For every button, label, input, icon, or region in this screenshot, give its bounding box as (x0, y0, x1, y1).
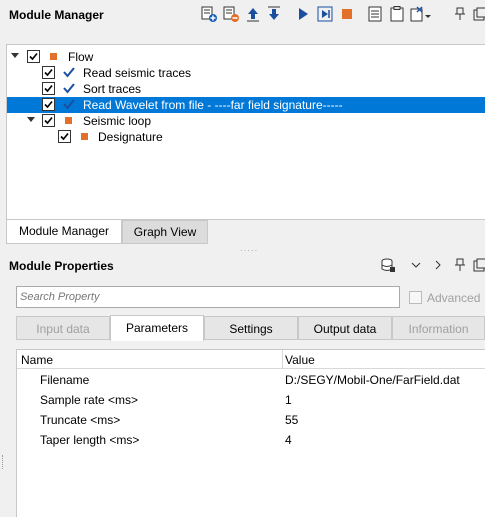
tree-item-sort-traces[interactable]: Sort traces (7, 81, 485, 97)
checkbox[interactable] (42, 98, 55, 111)
property-name: Sample rate <ms> (40, 393, 139, 407)
advanced-checkbox[interactable] (409, 291, 422, 304)
remove-module-icon[interactable] (222, 5, 240, 23)
property-value[interactable]: 55 (285, 413, 298, 427)
column-divider[interactable] (282, 350, 283, 368)
tree-item-label: Read Wavelet from file - ----far field s… (83, 98, 343, 112)
module-square-icon (65, 117, 72, 124)
tab-settings[interactable]: Settings (204, 316, 298, 340)
tab-graph-view[interactable]: Graph View (122, 220, 208, 244)
checkbox[interactable] (42, 114, 55, 127)
pin-icon[interactable] (451, 256, 469, 274)
chevron-down-icon[interactable] (407, 256, 425, 274)
checkbox[interactable] (42, 66, 55, 79)
list-icon[interactable] (366, 5, 384, 23)
pin-icon[interactable] (451, 5, 469, 23)
advanced-label: Advanced (427, 291, 481, 305)
property-name: Taper length <ms> (40, 433, 140, 447)
module-tree: Flow Read seismic traces Sort traces Rea… (6, 44, 485, 220)
side-splitter-handle[interactable] (2, 455, 5, 469)
database-icon[interactable] (379, 256, 397, 274)
run-icon[interactable] (294, 5, 312, 23)
table-row[interactable]: Truncate <ms> 55 (17, 410, 485, 430)
stop-icon[interactable] (338, 5, 356, 23)
tab-output-data[interactable]: Output data (298, 316, 392, 340)
property-name: Truncate <ms> (40, 413, 121, 427)
checkbox[interactable] (42, 82, 55, 95)
move-up-icon[interactable] (244, 5, 262, 23)
module-properties-title: Module Properties (9, 259, 114, 273)
search-property-input[interactable]: Search Property (16, 286, 400, 308)
column-header-value[interactable]: Value (285, 353, 315, 367)
module-manager-title: Module Manager (9, 8, 104, 22)
module-square-icon (50, 53, 57, 60)
checkbox[interactable] (58, 130, 71, 143)
tree-item-designature[interactable]: Designature (7, 129, 485, 145)
checkbox[interactable] (27, 50, 40, 63)
tree-item-flow[interactable]: Flow (7, 49, 485, 65)
float-window-icon[interactable] (471, 5, 485, 23)
tab-module-manager[interactable]: Module Manager (6, 220, 122, 244)
property-value[interactable]: 4 (285, 433, 292, 447)
tree-item-seismic-loop[interactable]: Seismic loop (7, 113, 485, 129)
property-value[interactable]: 1 (285, 393, 292, 407)
expand-arrow-icon[interactable] (10, 51, 20, 61)
property-grid: Name Value Filename D:/SEGY/Mobil-One/Fa… (16, 349, 485, 517)
table-row[interactable]: Sample rate <ms> 1 (17, 390, 485, 410)
expand-arrow-icon[interactable] (26, 115, 36, 125)
table-row[interactable]: Filename D:/SEGY/Mobil-One/FarField.dat (17, 370, 485, 390)
property-value[interactable]: D:/SEGY/Mobil-One/FarField.dat (285, 373, 460, 387)
tree-item-label: Designature (98, 130, 163, 144)
move-down-icon[interactable] (265, 5, 283, 23)
tree-item-label: Sort traces (83, 82, 142, 96)
search-placeholder: Search Property (20, 291, 100, 303)
clear-menu-icon[interactable] (408, 5, 432, 23)
clipboard-icon[interactable] (388, 5, 406, 23)
tree-item-label: Read seismic traces (83, 66, 192, 80)
column-header-name[interactable]: Name (21, 353, 53, 367)
tree-item-label: Flow (68, 50, 94, 64)
tab-input-data[interactable]: Input data (16, 316, 110, 340)
tree-item-read-seismic-traces[interactable]: Read seismic traces (7, 65, 485, 81)
tab-information[interactable]: Information (392, 316, 485, 340)
checkmark-icon (63, 67, 75, 78)
module-square-icon (81, 133, 88, 140)
chevron-right-icon[interactable] (429, 256, 447, 274)
tree-item-read-wavelet[interactable]: Read Wavelet from file - ----far field s… (7, 97, 485, 113)
add-module-icon[interactable] (200, 5, 218, 23)
checkmark-icon (63, 83, 75, 94)
tab-parameters[interactable]: Parameters (110, 315, 204, 341)
splitter-handle[interactable]: ····· (240, 246, 258, 255)
property-name: Filename (40, 373, 90, 387)
float-window-icon[interactable] (471, 256, 485, 274)
table-row[interactable]: Taper length <ms> 4 (17, 430, 485, 450)
checkmark-icon (63, 99, 75, 110)
tree-item-label: Seismic loop (83, 114, 152, 128)
grid-header: Name Value (17, 350, 485, 369)
run-step-icon[interactable] (316, 5, 334, 23)
